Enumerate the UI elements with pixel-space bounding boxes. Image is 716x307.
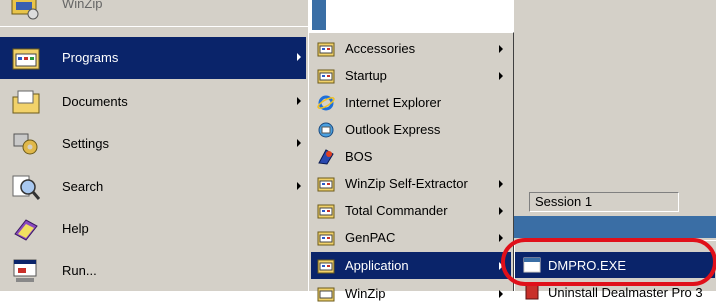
executable-window-icon [523,257,541,273]
start-item-programs[interactable]: Programs [0,37,306,79]
program-item-outlook-express[interactable]: Outlook Express [311,116,511,143]
submenu-arrow-icon [499,290,503,298]
programs-submenu: Accessories Startup Internet Explorer Ou… [308,32,514,302]
winzip-label[interactable]: WinZip [62,0,102,11]
start-menu-top-strip: WinZip [0,0,308,26]
program-group-icon [317,177,335,192]
start-item-label: Help [62,221,89,236]
program-item-label: Outlook Express [345,122,441,137]
program-group-icon [317,69,335,84]
app-item-label: DMPRO.EXE [548,258,627,273]
submenu-arrow-icon [499,207,503,215]
program-item-accessories[interactable]: Accessories [311,35,511,62]
program-item-label: Accessories [345,41,416,56]
submenu-arrow-icon [297,182,301,190]
submenu-arrow-icon [297,139,301,147]
program-item-label: GenPAC [345,230,396,245]
submenu-arrow-icon [499,45,503,53]
desktop-strip [312,0,326,30]
start-item-run[interactable]: Run... [0,250,306,292]
submenu-arrow-icon [499,180,503,188]
program-item-bos[interactable]: BOS [311,143,511,170]
program-item-startup[interactable]: Startup [311,62,511,89]
outlook-express-icon [318,122,334,138]
program-item-winzip[interactable]: WinZip [311,280,511,307]
menu-separator [0,26,308,27]
start-item-documents[interactable]: Documents [0,81,306,123]
start-item-label: Documents [62,94,128,109]
program-item-label: WinZip [345,286,386,301]
start-item-search[interactable]: Search [0,166,306,208]
submenu-arrow-icon [499,262,503,270]
submenu-arrow-icon [297,53,301,61]
program-item-label: BOS [345,149,373,164]
start-item-label: Search [62,179,104,194]
program-group-icon [317,231,335,246]
window-title-bar [514,216,716,238]
search-icon [12,175,40,200]
help-book-icon [14,219,38,241]
program-group-icon [317,259,335,274]
session-field[interactable]: Session 1 [529,192,679,212]
documents-folder-icon [12,90,40,114]
program-item-label: WinZip Self-Extractor [345,176,468,191]
application-submenu: DMPRO.EXE Uninstall Dealmaster Pro 3 [514,240,716,300]
program-item-label: Startup [345,68,387,83]
winzip-icon [11,0,39,20]
programs-folder-icon [12,48,40,70]
start-item-label: Programs [62,50,119,65]
submenu-arrow-icon [499,72,503,80]
settings-icon [13,133,38,155]
uninstall-icon [525,284,539,300]
program-item-internet-explorer[interactable]: Internet Explorer [311,89,511,116]
program-group-icon [317,204,335,219]
start-item-help[interactable]: Help [0,208,306,250]
app-item-uninstall[interactable]: Uninstall Dealmaster Pro 3 [515,279,715,305]
app-item-label: Uninstall Dealmaster Pro 3 [548,285,703,300]
bos-icon [318,149,334,165]
start-menu: WinZip Programs Documents Settings Searc… [0,0,308,291]
program-group-icon [317,287,335,302]
program-item-application[interactable]: Application [311,252,511,279]
submenu-arrow-icon [499,234,503,242]
run-icon [13,259,37,282]
program-item-label: Total Commander [345,203,448,218]
program-item-total-commander[interactable]: Total Commander [311,197,511,224]
program-group-icon [317,42,335,57]
program-item-genpac[interactable]: GenPAC [311,224,511,251]
program-item-label: Application [345,258,409,273]
program-item-label: Internet Explorer [345,95,442,110]
start-item-label: Run... [62,263,97,278]
submenu-arrow-icon [297,97,301,105]
start-item-settings[interactable]: Settings [0,123,306,165]
program-item-winzip-self-extractor[interactable]: WinZip Self-Extractor [311,170,511,197]
start-item-label: Settings [62,136,109,151]
internet-explorer-icon [317,95,335,111]
app-item-dmpro[interactable]: DMPRO.EXE [515,252,715,278]
